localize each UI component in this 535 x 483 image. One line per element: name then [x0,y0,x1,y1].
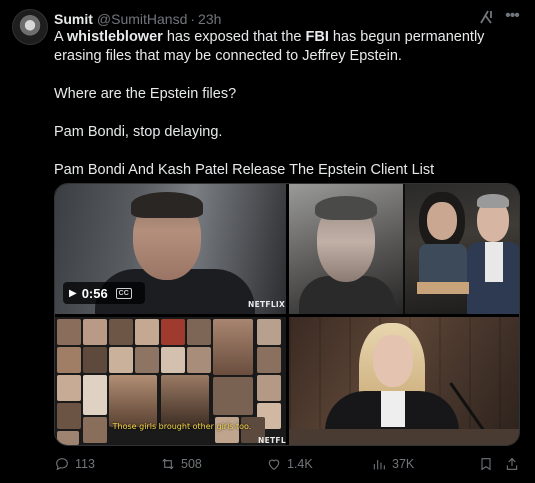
photo-thumbnail-2[interactable] [289,184,519,314]
collage-photo [57,319,81,345]
tweet-paragraph-1: A whistleblower has exposed that the FBI… [54,28,524,66]
media-grid[interactable]: ▶ 0:56 CC NETFLIX Those girls brought ot… [54,183,520,446]
collage-photo [161,347,185,373]
collage-photo [257,319,281,345]
collage-photo [161,319,185,345]
views-icon [373,460,385,470]
collage-photo [135,347,159,373]
views-count: 37K [392,457,415,471]
tweet-paragraph-4: Pam Bondi And Kash Patel Release The Eps… [54,162,435,178]
action-bar: 113 508 1.4K 37K [54,454,524,474]
like-button[interactable]: 1.4K [266,454,313,474]
collage-photo [257,375,281,401]
collage-photo [83,347,107,373]
grok-icon[interactable] [478,9,496,27]
video-duration: 0:56 [81,285,108,301]
closed-captions-icon[interactable]: CC [115,287,132,299]
desk-shape [289,429,519,445]
blouse-shape [381,391,405,427]
bookmark-icon [481,458,491,471]
share-button[interactable] [504,454,525,474]
belt-shape [417,282,469,294]
face-shape [427,202,457,240]
tweet[interactable]: Sumit @SumitHansd · 23h ••• A whistleblo… [0,0,535,483]
collage-photo [57,403,81,429]
heart-icon [268,459,280,470]
hair-shape [477,194,509,208]
repost-count: 508 [181,457,202,471]
avatar[interactable] [12,9,48,45]
more-icon[interactable]: ••• [503,8,521,27]
collage-photo [83,319,107,345]
shirt-shape [485,242,503,282]
repost-button[interactable]: 508 [160,454,202,474]
collage-photo [109,319,133,345]
tweet-text: A whistleblower has exposed that the FBI… [54,28,524,180]
hair-shape [315,196,377,220]
video-play-button[interactable]: ▶ 0:56 CC [63,282,145,304]
collage-photo [161,375,209,427]
timestamp[interactable]: 23h [198,11,221,27]
video-thumbnail[interactable]: ▶ 0:56 CC NETFLIX [55,184,286,314]
reply-icon [56,458,68,471]
collage-photo [187,319,211,345]
grok-icon-glyph [480,10,492,24]
tweet-paragraph-3: Pam Bondi, stop delaying. [54,124,223,140]
views-button[interactable]: 37K [371,454,414,474]
tweet-paragraph-2: Where are the Epstein files? [54,86,237,102]
display-name[interactable]: Sumit [54,11,93,27]
text-bold-segment: whistleblower [66,29,163,45]
text-bold-segment: FBI [305,29,329,45]
face-shape [373,335,413,387]
photo-thumbnail-4[interactable] [289,317,519,445]
bookmark-button[interactable] [478,454,499,474]
collage-photo [57,375,81,401]
tweet-header: Sumit @SumitHansd · 23h [54,10,221,28]
like-count: 1.4K [287,457,313,471]
video-subtitle: Those girls brought other girls too. [112,422,252,431]
reply-button[interactable]: 113 [54,454,95,474]
text-segment: A [54,29,67,45]
share-icon [506,457,518,470]
collage-photo [83,417,107,443]
collage-photo [213,319,253,375]
collage-photo [109,347,133,373]
photo-thumbnail-3[interactable]: Those girls brought other girls too. NET… [55,317,286,445]
repost-icon [162,458,174,470]
photo-left-half [289,184,403,314]
collage-photo [257,347,281,373]
collage-photo [57,347,81,373]
collage-photo [109,375,157,427]
netflix-watermark: NETFLIX [258,436,286,445]
hair-shape [131,192,203,218]
reply-count: 113 [75,457,95,471]
collage-photo [57,431,79,445]
user-handle[interactable]: @SumitHansd [97,11,187,27]
separator: · [190,11,196,27]
text-segment: has exposed that the [162,29,306,45]
collage-photo [187,347,211,373]
netflix-watermark: NETFLIX [248,300,286,309]
collage-photo [83,375,107,415]
top-shape [419,244,467,284]
collage-photo [135,319,159,345]
photo-right-half [405,184,519,314]
collage-photo [213,377,253,415]
play-icon: ▶ [69,287,77,299]
